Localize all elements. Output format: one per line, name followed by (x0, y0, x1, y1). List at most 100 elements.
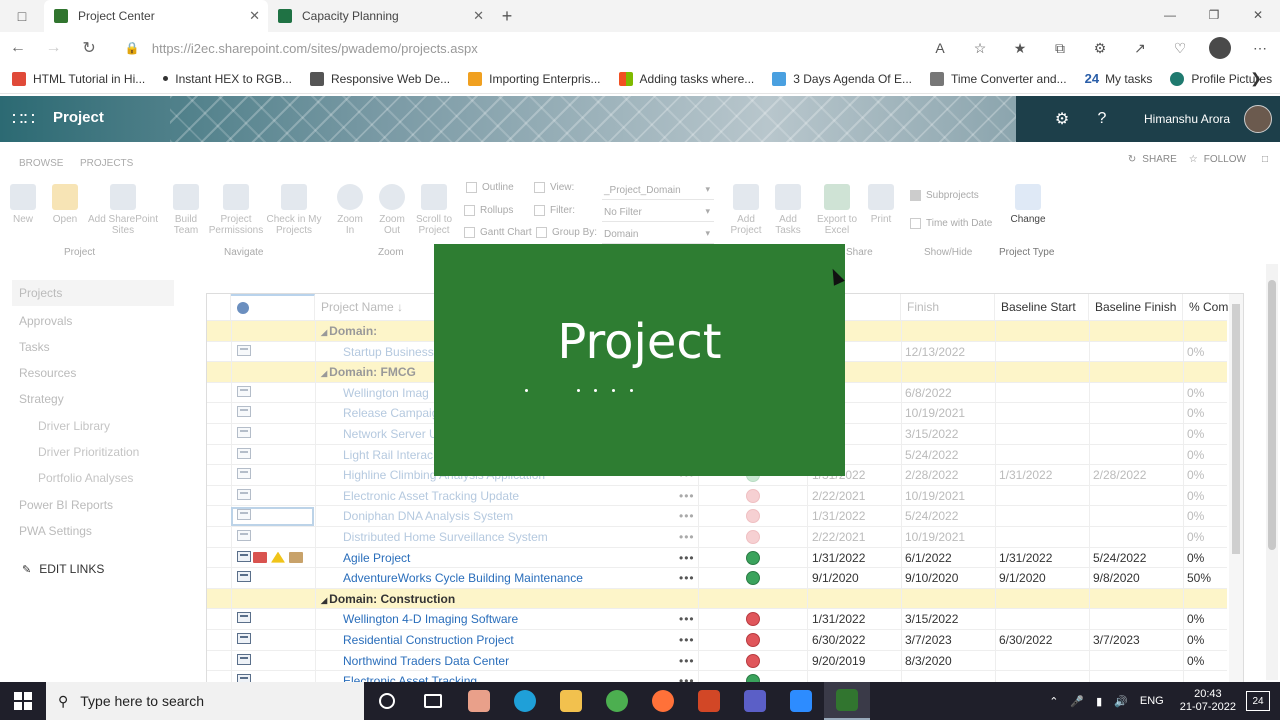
selected-cell[interactable] (231, 507, 314, 526)
table-row[interactable]: Agile Project ••• 1/31/2022 6/1/2022 1/31/20… (207, 547, 1227, 569)
zoom-in-button[interactable]: Zoom In (334, 184, 366, 236)
nav-item-projects[interactable]: Projects (12, 280, 174, 306)
restore-icon[interactable]: ❐ (1192, 0, 1236, 30)
refresh-icon[interactable]: ↻ (71, 38, 107, 58)
gear-icon[interactable]: ⚙ (1042, 109, 1082, 129)
page-scrollbar[interactable] (1266, 264, 1278, 680)
grid-scrollbar[interactable] (1229, 294, 1243, 686)
close-window-icon[interactable]: ✕ (1236, 0, 1280, 30)
tab-actions-icon[interactable]: □ (0, 0, 44, 32)
share-icon[interactable]: ↗ (1120, 40, 1160, 57)
table-row[interactable]: Northwind Traders Data Center ••• 9/20/201… (207, 650, 1227, 672)
windows-start-icon[interactable] (0, 682, 46, 720)
file-explorer-taskbar-button[interactable] (548, 682, 594, 720)
powerpoint-taskbar-button[interactable] (686, 682, 732, 720)
grid-header-finish[interactable]: Finish (901, 294, 995, 320)
teams-taskbar-button[interactable] (732, 682, 778, 720)
forward-arrow-icon[interactable]: → (36, 39, 72, 57)
cortana-taskbar-button[interactable] (364, 682, 410, 720)
url-field[interactable]: 🔒 https://i2ec.sharepoint.com/sites/pwad… (115, 35, 900, 61)
firefox-taskbar-button[interactable] (640, 682, 686, 720)
star-icon[interactable]: ☆ (1189, 154, 1198, 165)
volume-icon[interactable]: 🔊 (1114, 695, 1128, 708)
language-indicator[interactable]: ENG (1140, 695, 1164, 707)
close-icon[interactable]: ✕ (249, 8, 260, 24)
table-row[interactable]: Wellington 4-D Imaging Software ••• 1/31/2… (207, 609, 1227, 630)
grid-header-baseline-finish[interactable]: Baseline Finish (1089, 294, 1183, 320)
tab-capacity-planning[interactable]: Capacity Planning ✕ (268, 0, 492, 32)
share-icon[interactable]: ↻ (1128, 154, 1136, 165)
tab-project-center[interactable]: Project Center ✕ (44, 0, 268, 32)
rollups-checkbox[interactable]: Rollups (464, 205, 513, 216)
ellipsis-menu-icon[interactable]: ••• (679, 651, 699, 671)
group-by-select[interactable]: Domain (602, 226, 714, 244)
performance-icon[interactable]: ♡ (1160, 40, 1200, 57)
grid-header-baseline-start[interactable]: Baseline Start (995, 294, 1089, 320)
nav-item-portfolio-analyses[interactable]: Portfolio Analyses (38, 471, 133, 485)
favorite-link[interactable]: Responsive Web De... (309, 71, 450, 86)
filter-select[interactable]: No Filter (602, 204, 714, 222)
nav-item-pwa-settings[interactable]: PWA Settings (19, 524, 92, 538)
user-name[interactable]: Himanshu Arora (1144, 112, 1230, 126)
clock[interactable]: 20:43 21-07-2022 (1180, 688, 1236, 714)
nav-item-resources[interactable]: Resources (19, 366, 76, 380)
app-title[interactable]: Project (53, 109, 104, 126)
table-row[interactable]: Electronic Asset Tracking Update ••• 2/22/… (207, 485, 1227, 507)
print-button[interactable]: Print (866, 184, 896, 225)
open-button[interactable]: Open (48, 184, 82, 225)
export-to-excel-button[interactable]: Export to Excel (814, 184, 860, 236)
group-label[interactable]: ◢ Domain: Construction (321, 589, 455, 611)
scroll-to-project-button[interactable]: Scroll to Project (414, 184, 454, 236)
nav-item-driver-prioritization[interactable]: Driver Prioritization (38, 445, 139, 459)
ellipsis-menu-icon[interactable]: ••• (679, 506, 699, 526)
battery-icon[interactable]: ▮ (1096, 695, 1102, 708)
scratch-taskbar-button[interactable] (456, 682, 502, 720)
group-label[interactable]: ◢ Domain: (321, 321, 377, 343)
gantt-chart-checkbox[interactable]: Gantt Chart (464, 227, 532, 238)
grid-header-pct-complete[interactable]: % Com (1183, 294, 1233, 320)
project-name-link[interactable]: AdventureWorks Cycle Building Maintenanc… (343, 568, 673, 588)
project-name-link[interactable]: Doniphan DNA Analysis System (343, 506, 673, 526)
favorite-link[interactable]: HTML Tutorial in Hi... (12, 71, 145, 86)
zoom-taskbar-button[interactable] (778, 682, 824, 720)
task-view-taskbar-button[interactable] (410, 682, 456, 720)
view-select[interactable]: _Project_Domain (602, 182, 714, 200)
checkbox[interactable] (464, 227, 475, 238)
nav-item-driver-library[interactable]: Driver Library (38, 419, 110, 433)
ellipsis-menu-icon[interactable]: ••• (679, 568, 699, 588)
build-team-button[interactable]: Build Team (170, 184, 202, 236)
app-launcher-icon[interactable]: ∷∷ (12, 109, 35, 130)
nav-item-power-bi-reports[interactable]: Power BI Reports (19, 498, 113, 512)
time-with-date-checkbox[interactable]: Time with Date (910, 218, 992, 229)
new-button[interactable]: New (8, 184, 38, 225)
collapse-triangle-icon[interactable]: ◢ (321, 328, 327, 337)
project-name-link[interactable]: Northwind Traders Data Center (343, 651, 673, 671)
collections-icon[interactable]: ⧉ (1040, 40, 1080, 57)
favorite-link[interactable]: Time Converter and... (929, 71, 1067, 86)
favorite-link[interactable]: Importing Enterpris... (468, 71, 601, 86)
collapse-triangle-icon[interactable]: ◢ (321, 596, 327, 605)
help-icon[interactable]: ? (1082, 110, 1122, 128)
subprojects-checkbox[interactable]: Subprojects (910, 190, 979, 201)
ellipsis-menu-icon[interactable]: ••• (679, 609, 699, 629)
extensions-icon[interactable]: ⚙ (1080, 40, 1120, 57)
checkbox[interactable] (464, 205, 475, 216)
project-name-link[interactable]: Distributed Home Surveillance System (343, 527, 673, 547)
microphone-icon[interactable]: 🎤 (1070, 695, 1084, 708)
chrome-taskbar-button[interactable] (594, 682, 640, 720)
edge-taskbar-button[interactable] (502, 682, 548, 720)
grid-scrollbar-thumb[interactable] (1232, 304, 1240, 554)
ellipsis-menu-icon[interactable]: ••• (679, 486, 699, 506)
tab-projects[interactable]: PROJECTS (80, 158, 133, 169)
checkbox[interactable] (910, 218, 921, 229)
favorite-link[interactable]: Instant HEX to RGB... (163, 72, 292, 86)
follow-button[interactable]: FOLLOW (1204, 154, 1246, 165)
minimize-icon[interactable]: — (1148, 0, 1192, 30)
notification-center-icon[interactable]: 24 (1246, 691, 1270, 711)
outline-dropdown[interactable]: Outline (466, 182, 514, 193)
nav-item-tasks[interactable]: Tasks (19, 340, 50, 354)
group-label[interactable]: ◢ Domain: FMCG (321, 362, 416, 384)
favorite-link[interactable]: 3 Days Agenda Of E... (772, 71, 912, 86)
taskbar-search-input[interactable]: ⚲ Type here to search (46, 682, 364, 720)
chevron-up-icon[interactable]: ⌃ (1049, 695, 1058, 708)
